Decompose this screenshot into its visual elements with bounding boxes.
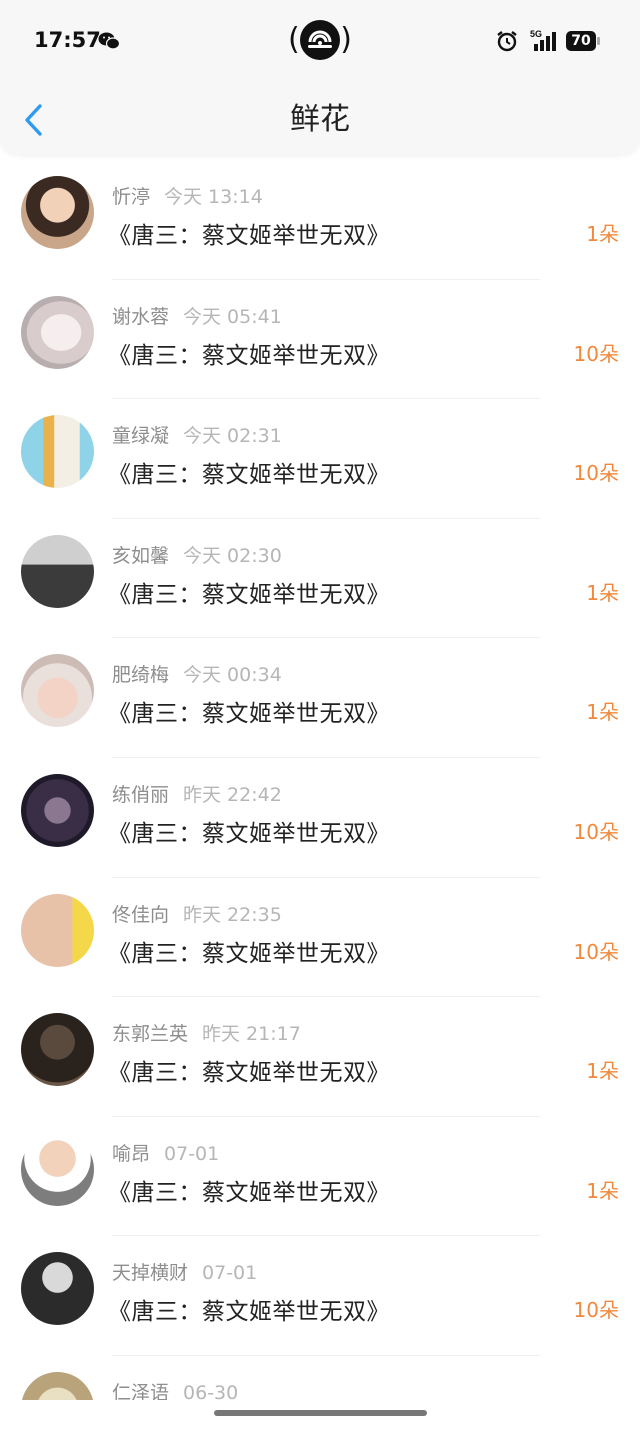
timestamp: 07-01 (164, 1142, 220, 1165)
avatar (21, 1252, 94, 1326)
hotspot-icon (300, 20, 340, 60)
flower-count: 1朵 (586, 222, 619, 246)
list-item[interactable]: 肥绮梅 今天 00:34 《唐三：蔡文姬举世无双》 1朵 (0, 638, 640, 758)
avatar (21, 295, 94, 369)
list-item[interactable]: 谢水蓉 今天 05:41 《唐三：蔡文姬举世无双》 10朵 (0, 280, 640, 400)
timestamp: 07-01 (202, 1262, 258, 1285)
timestamp: 今天 00:34 (183, 664, 282, 687)
list-item[interactable]: 忻渟 今天 13:14 《唐三：蔡文姬举世无双》 1朵 (0, 160, 640, 280)
timestamp: 今天 05:41 (183, 305, 282, 328)
user-name: 童绿凝 (112, 425, 170, 448)
timestamp: 昨天 22:42 (183, 783, 282, 806)
alarm-icon (497, 31, 517, 52)
book-title: 《唐三：蔡文姬举世无双》 (108, 1179, 390, 1206)
book-title: 《唐三：蔡文姬举世无双》 (108, 581, 390, 608)
svg-text:5G: 5G (530, 29, 542, 39)
cellular-signal-icon: 5G (530, 29, 556, 51)
status-bar: 17:57 ( ) 5G 70 (0, 0, 640, 84)
timestamp: 今天 02:30 (183, 544, 282, 567)
flower-count: 1朵 (586, 700, 619, 725)
list-item[interactable]: 亥如馨 今天 02:30 《唐三：蔡文姬举世无双》 1朵 (0, 519, 640, 639)
user-name: 忻渟 (112, 186, 151, 208)
battery-icon: 70 (566, 31, 600, 51)
flower-count: 1朵 (586, 1178, 619, 1203)
user-name: 谢水蓉 (112, 305, 170, 328)
book-title: 《唐三：蔡文姬举世无双》 (108, 940, 390, 967)
avatar (21, 1132, 94, 1206)
flower-list: 忻渟 今天 13:14 《唐三：蔡文姬举世无双》 1朵 谢水蓉 今天 05:41 《… (0, 160, 640, 1429)
list-item[interactable]: 喻昂 07-01 《唐三：蔡文姬举世无双》 1朵 (0, 1117, 640, 1237)
status-time: 17:57 (34, 28, 101, 52)
flower-count: 10朵 (573, 939, 619, 964)
book-title: 《唐三：蔡文姬举世无双》 (108, 701, 390, 728)
avatar (21, 1013, 94, 1087)
avatar (21, 176, 94, 249)
dynamic-island: ( ) (288, 18, 352, 64)
avatar (21, 415, 94, 489)
book-title: 《唐三：蔡文姬举世无双》 (108, 1299, 390, 1326)
flower-count: 1朵 (586, 1059, 619, 1084)
timestamp: 昨天 21:17 (202, 1023, 301, 1046)
page-title: 鲜花 (290, 102, 350, 137)
flower-count: 1朵 (586, 580, 619, 605)
flower-count: 10朵 (573, 1298, 619, 1323)
book-title: 《唐三：蔡文姬举世无双》 (108, 342, 390, 369)
user-name: 亥如馨 (112, 544, 170, 567)
home-indicator[interactable] (214, 1410, 427, 1416)
list-item[interactable]: 佟佳向 昨天 22:35 《唐三：蔡文姬举世无双》 10朵 (0, 878, 640, 998)
list-item[interactable]: 童绿凝 今天 02:31 《唐三：蔡文姬举世无双》 10朵 (0, 399, 640, 519)
user-name: 天掉横财 (112, 1262, 189, 1285)
timestamp: 昨天 22:35 (183, 903, 282, 926)
book-title: 《唐三：蔡文姬举世无双》 (108, 820, 390, 847)
user-name: 练俏丽 (112, 783, 170, 806)
avatar (21, 773, 94, 847)
wechat-icon (98, 32, 120, 50)
book-title: 《唐三：蔡文姬举世无双》 (108, 223, 390, 249)
timestamp: 今天 13:14 (164, 186, 263, 208)
list-item[interactable]: 练俏丽 昨天 22:42 《唐三：蔡文姬举世无双》 10朵 (0, 758, 640, 878)
user-name: 佟佳向 (112, 903, 170, 926)
flower-count: 10朵 (573, 819, 619, 844)
user-name: 东郭兰英 (112, 1023, 189, 1046)
top-bar: 17:57 ( ) 5G 70 鲜花 (0, 0, 640, 154)
timestamp: 今天 02:31 (183, 425, 282, 448)
flower-count: 10朵 (573, 341, 619, 366)
avatar (21, 893, 94, 967)
book-title: 《唐三：蔡文姬举世无双》 (108, 1060, 390, 1087)
list-item[interactable]: 天掉横财 07-01 《唐三：蔡文姬举世无双》 10朵 (0, 1236, 640, 1356)
avatar (21, 534, 94, 608)
user-name: 喻昂 (112, 1142, 151, 1165)
flower-count: 10朵 (573, 461, 619, 486)
book-title: 《唐三：蔡文姬举世无双》 (108, 462, 390, 489)
avatar (21, 654, 94, 728)
list-item[interactable]: 东郭兰英 昨天 21:17 《唐三：蔡文姬举世无双》 1朵 (0, 997, 640, 1117)
user-name: 肥绮梅 (112, 664, 170, 687)
